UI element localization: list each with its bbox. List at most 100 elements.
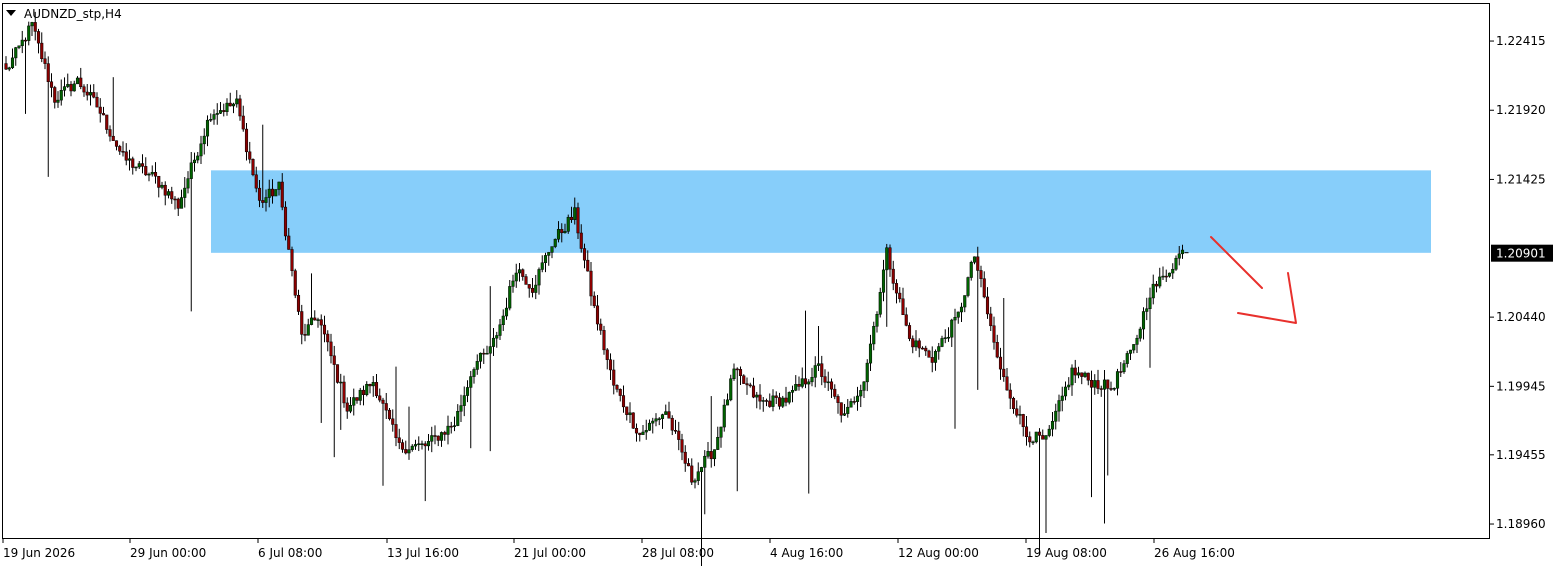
bull-candle-body — [488, 346, 492, 354]
candle — [829, 378, 834, 398]
candle — [274, 189, 278, 197]
bear-candle-body — [1073, 367, 1077, 376]
bull-candle-body — [872, 326, 876, 345]
candle — [196, 151, 200, 164]
candle — [1011, 396, 1016, 414]
bull-candle-body — [959, 306, 964, 313]
candle — [722, 399, 726, 432]
candle — [748, 382, 752, 388]
candle — [469, 370, 473, 449]
candle — [868, 334, 873, 371]
time-axis[interactable]: 19 Jun 2026 29 Jun 00:00 6 Jul 08:00 13 Jul… — [2, 538, 1235, 560]
candle — [244, 123, 249, 161]
candle — [1086, 372, 1090, 386]
bull-candle-body — [1057, 400, 1061, 412]
candle — [521, 268, 525, 281]
candle — [950, 318, 954, 347]
candle — [1047, 425, 1051, 438]
bull-candle-body — [1054, 410, 1058, 422]
bear-candle-body — [927, 350, 931, 358]
bull-candle-body — [264, 197, 268, 203]
candle — [189, 152, 193, 312]
bear-candle-body — [244, 128, 249, 153]
candle — [238, 94, 242, 121]
bull-candle-body — [972, 256, 977, 263]
candle — [664, 404, 668, 415]
bull-candle-body — [696, 471, 700, 481]
bear-candle-body — [768, 400, 772, 407]
candle — [27, 21, 31, 46]
bear-candle-body — [4, 63, 8, 70]
bear-candle-body — [108, 129, 112, 137]
candle — [995, 334, 999, 359]
resistance-zone[interactable] — [211, 170, 1431, 253]
candle — [10, 48, 15, 69]
triangle-down-icon[interactable] — [6, 10, 16, 16]
bull-candle-body — [134, 166, 138, 169]
bull-candle-body — [1128, 349, 1133, 354]
candle — [345, 397, 349, 419]
bear-candle-body — [391, 418, 395, 425]
bear-candle-body — [917, 340, 921, 349]
candle — [465, 380, 470, 403]
candle — [251, 158, 255, 177]
candle — [849, 398, 853, 408]
bull-candle-body — [816, 363, 821, 366]
bull-candle-body — [1093, 380, 1097, 388]
bear-candle-body — [114, 140, 119, 147]
candle — [329, 333, 333, 364]
candle — [43, 51, 47, 70]
bear-candle-body — [332, 355, 336, 365]
candle — [1125, 350, 1129, 368]
bear-candle-body — [1015, 408, 1019, 416]
candle — [1096, 369, 1100, 395]
bear-candle-body — [979, 270, 983, 279]
candle — [1093, 374, 1097, 395]
candle — [547, 251, 551, 266]
candle — [966, 276, 970, 298]
candle — [550, 246, 554, 259]
bear-candle-body — [400, 442, 405, 450]
candle — [972, 256, 977, 265]
bull-candle-body — [937, 346, 941, 352]
bull-candle-body — [875, 313, 879, 327]
bull-candle-body — [1044, 435, 1048, 440]
candle — [738, 366, 743, 386]
bear-candle-body — [290, 249, 294, 271]
bear-candle-body — [170, 191, 174, 200]
candle — [881, 259, 886, 302]
bear-candle-body — [560, 229, 564, 234]
bull-candle-body — [459, 405, 463, 412]
candle — [1167, 272, 1172, 278]
candle — [784, 386, 788, 407]
bull-candle-body — [855, 395, 860, 402]
bear-candle-body — [569, 216, 574, 220]
time-label: 28 Jul 08:00 — [642, 546, 714, 560]
bear-candle-body — [924, 347, 928, 352]
bear-candle-body — [709, 451, 713, 460]
candle — [459, 394, 463, 422]
candle — [771, 389, 775, 412]
bear-candle-body — [384, 403, 388, 411]
price-axis[interactable]: 1.22415 1.21920 1.21425 1.20440 1.19945 1.194… — [1489, 34, 1546, 531]
bull-candle-body — [706, 451, 710, 457]
bull-candle-body — [963, 295, 967, 308]
bull-candle-body — [940, 338, 944, 347]
candle — [602, 325, 606, 355]
chart-window[interactable]: 1.22415 1.21920 1.21425 1.20440 1.19945 1.194… — [0, 0, 1561, 570]
candle — [540, 255, 544, 273]
bull-candle-body — [56, 99, 60, 103]
candle — [456, 404, 460, 427]
bear-candle-body — [443, 432, 447, 435]
bear-candle-body — [742, 375, 746, 384]
bear-candle-body — [241, 115, 245, 130]
candle — [511, 274, 515, 293]
time-label: 19 Jun 2026 — [3, 546, 75, 560]
candle — [517, 263, 522, 282]
candle — [833, 384, 837, 400]
candle — [735, 367, 739, 492]
bull-candle-body — [1151, 283, 1155, 299]
candle — [933, 349, 938, 371]
price-chart[interactable]: 1.22415 1.21920 1.21425 1.20440 1.19945 1.194… — [0, 0, 1561, 570]
bear-candle-body — [23, 39, 28, 42]
